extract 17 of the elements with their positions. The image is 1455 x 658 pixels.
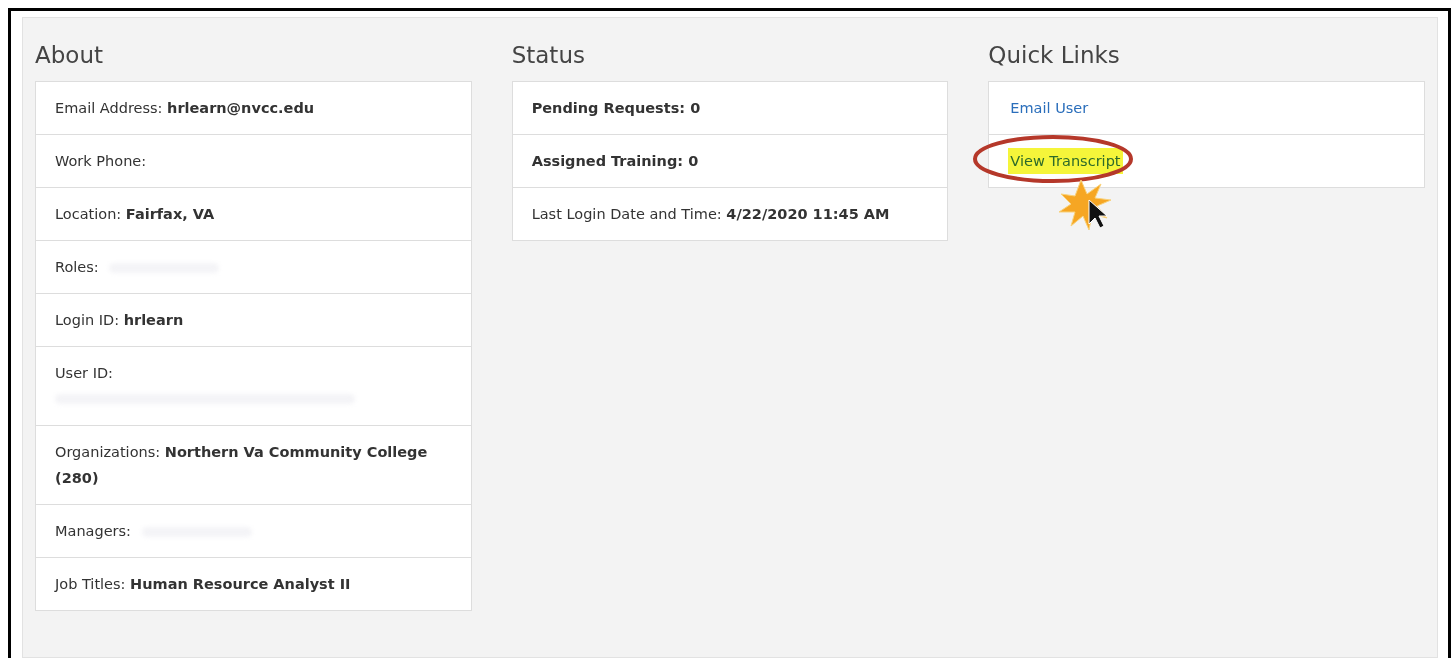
info-text: Location: Fairfax, VA	[55, 206, 215, 222]
info-text: Login ID: hrlearn	[55, 312, 184, 328]
info-text: Managers:	[55, 523, 132, 539]
quick-link[interactable]: Email User	[1008, 95, 1091, 121]
info-text: User ID:	[55, 365, 113, 381]
info-text: Last Login Date and Time: 4/22/2020 11:45 AM	[531, 206, 890, 222]
section-heading: About	[35, 41, 104, 70]
section-heading: Quick Links	[988, 41, 1121, 70]
info-text: Pending Requests: 0	[531, 100, 701, 116]
section-heading: Status	[511, 41, 586, 70]
info-text: Assigned Training: 0	[531, 153, 699, 169]
info-text: Work Phone:	[55, 153, 147, 169]
quick-link[interactable]: View Transcript	[1008, 148, 1123, 174]
info-text: Roles:	[55, 259, 100, 275]
info-text: Email Address: hrlearn@nvcc.edu	[55, 100, 315, 116]
info-text: Organizations: Northern Va Community College (280)	[55, 444, 428, 486]
info-text: Job Titles: Human Resource Analyst II	[55, 576, 351, 592]
